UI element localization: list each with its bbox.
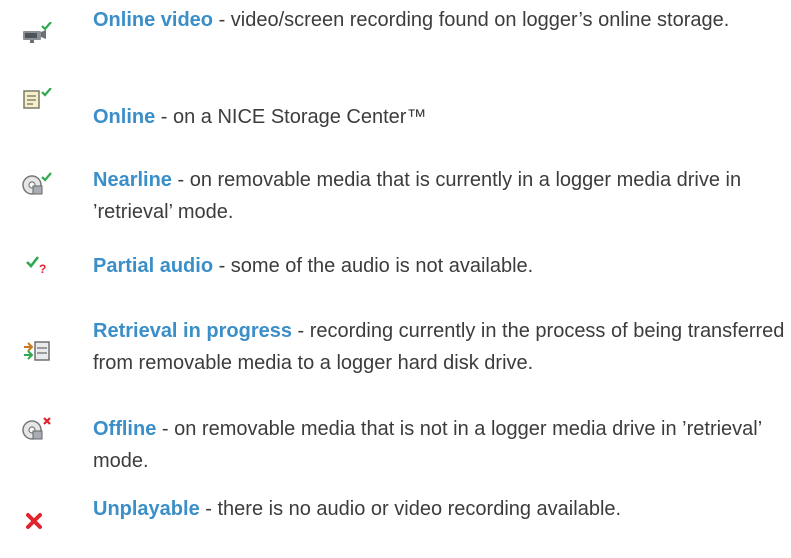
online-video-icon [23,22,52,43]
legend-text: Offline - on removable media that is not… [93,413,789,477]
offline-disc-icon [22,417,51,440]
legend-description: - on removable media that is not in a lo… [93,418,762,472]
nearline-disc-icon [22,172,52,195]
svg-text:?: ? [39,262,46,275]
legend-term: Online video [93,9,214,31]
legend-text: Online - on a NICE Storage Center™ [93,101,789,133]
legend-term: Unplayable [93,498,200,520]
legend-term: Online [93,106,156,128]
legend-text: Partial audio - some of the audio is not… [93,250,789,282]
legend-term: Partial audio [93,255,214,277]
legend-text: Online video - video/screen recording fo… [93,4,789,36]
retrieval-in-progress-icon [24,341,50,361]
legend-description: - on a NICE Storage Center™ [155,106,427,128]
legend-description: - video/screen recording found on logger… [213,9,730,31]
legend-text: Retrieval in progress - recording curren… [93,315,789,379]
legend-text: Unplayable - there is no audio or video … [93,493,789,525]
legend-term: Retrieval in progress [93,320,292,342]
unplayable-icon [26,513,42,529]
legend-description: - there is no audio or video recording a… [199,498,622,520]
legend-description: - on removable media that is currently i… [93,169,742,223]
legend-term: Nearline [93,169,172,191]
legend-term: Offline [93,418,157,440]
partial-audio-icon: ? [26,256,46,275]
legend-description: - some of the audio is not available. [213,255,534,277]
online-storage-icon [23,88,52,109]
legend-text: Nearline - on removable media that is cu… [93,164,789,228]
